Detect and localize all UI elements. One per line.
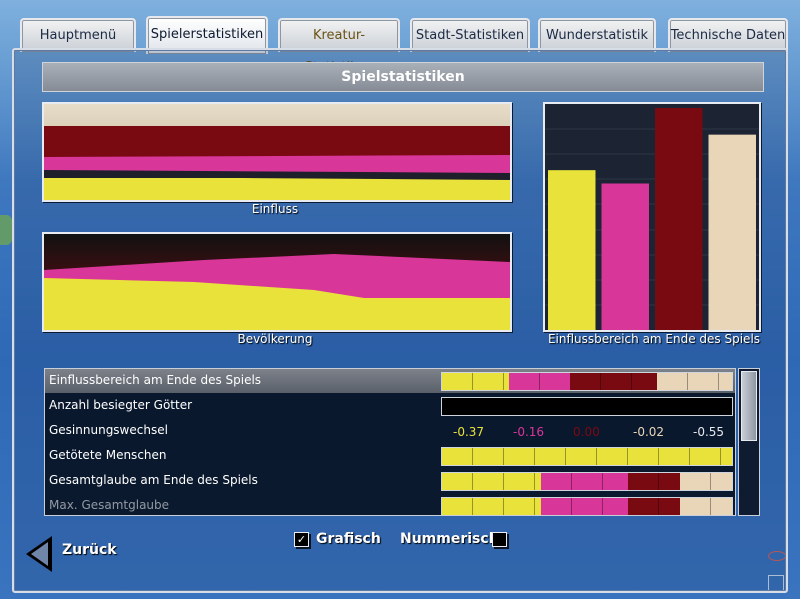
bar-segment-yellow	[442, 373, 509, 390]
page-title: Spielstatistiken	[42, 62, 764, 92]
einflussbereich-caption: Einflussbereich am Ende des Spiels	[547, 332, 761, 346]
back-label: Zurück	[62, 542, 117, 558]
stat-bar	[441, 372, 733, 391]
list-item[interactable]: Max. Gesamtglaube	[45, 494, 735, 515]
nummerisch-label: Nummerisch	[400, 531, 499, 547]
bar-segment-yellow	[442, 498, 541, 515]
stat-label: Einflussbereich am Ende des Spiels	[49, 373, 262, 387]
back-arrow-inner	[31, 542, 48, 566]
stat-number-pink: -0.16	[513, 425, 545, 439]
stat-bar	[441, 497, 733, 515]
bar-segment-beige	[679, 473, 732, 490]
stat-label: Getötete Menschen	[49, 448, 167, 462]
back-button[interactable]: Zurück	[26, 534, 126, 574]
tab-stadt-statistiken[interactable]: Stadt-Statistiken	[410, 18, 530, 52]
bar-segment-yellow	[442, 473, 541, 490]
bar-segment-beige	[656, 373, 732, 390]
stats-list[interactable]: Einflussbereich am Ende des Spiels Anzah…	[44, 368, 736, 516]
tab-hauptmenue[interactable]: Hauptmenü	[20, 18, 136, 52]
einflussbereich-chart	[543, 102, 761, 332]
grafisch-option[interactable]: ✓ Grafisch	[294, 530, 404, 552]
bar-segment-beige	[679, 498, 732, 515]
list-item[interactable]: Anzahl besiegter Götter	[45, 394, 735, 418]
stat-number-beige: -0.02	[633, 425, 665, 439]
einfluss-caption: Einfluss	[251, 202, 299, 216]
bar-yellow	[548, 170, 596, 330]
nummerisch-checkbox[interactable]	[492, 532, 507, 547]
einfluss-band-yellow	[44, 178, 510, 200]
list-item[interactable]: Getötete Menschen	[45, 444, 735, 468]
einfluss-chart	[42, 102, 512, 202]
bar-segment-darkred	[627, 473, 680, 490]
list-item[interactable]: Gesamtglaube am Ende des Spiels	[45, 469, 735, 493]
tab-kreatur-statistiken[interactable]: Kreatur-Statistiken	[278, 18, 400, 75]
stat-bar	[441, 472, 733, 491]
bar-segment-darkred	[627, 498, 680, 515]
bevoelkerung-chart	[42, 232, 512, 332]
grafisch-label: Grafisch	[316, 531, 381, 547]
stat-label: Max. Gesamtglaube	[49, 498, 170, 512]
stat-label: Gesinnungswechsel	[49, 423, 168, 437]
bar-darkred	[655, 108, 703, 330]
scrollbar-thumb[interactable]	[741, 371, 757, 441]
bar-segment-pink	[540, 473, 628, 490]
stat-bar	[441, 447, 733, 466]
grafisch-checkbox[interactable]: ✓	[294, 532, 309, 547]
stat-number-white: -0.55	[693, 425, 725, 439]
bevoelkerung-caption: Bevölkerung	[237, 332, 313, 346]
bar-segment-yellow	[442, 448, 732, 465]
einflussbereich-chart-svg	[545, 108, 759, 330]
tab-wunderstatistik[interactable]: Wunderstatistik	[538, 18, 656, 52]
stat-bar	[441, 397, 733, 416]
stat-label: Anzahl besiegter Götter	[49, 398, 193, 412]
bar-segment-pink	[540, 498, 628, 515]
bar-beige	[708, 134, 756, 330]
list-item[interactable]: Einflussbereich am Ende des Spiels	[45, 369, 735, 393]
stats-panel: Spielstatistiken Einfluss Bevölkerung Ei…	[12, 48, 788, 593]
bar-segment-darkred	[569, 373, 657, 390]
stat-number-darkred: 0.00	[573, 425, 600, 439]
tab-technische-daten[interactable]: Technische Daten	[668, 18, 788, 52]
einfluss-chart-svg	[44, 104, 510, 200]
stat-label: Gesamtglaube am Ende des Spiels	[49, 473, 258, 487]
list-item[interactable]: Gesinnungswechsel -0.37 -0.16 0.00 -0.02…	[45, 419, 735, 443]
list-scrollbar[interactable]	[738, 368, 760, 516]
nummerisch-option[interactable]: Nummerisch	[400, 530, 520, 552]
bar-pink	[601, 183, 649, 330]
bevoelkerung-chart-svg	[44, 234, 510, 330]
stat-number-yellow: -0.37	[453, 425, 485, 439]
bar-segment-pink	[508, 373, 570, 390]
